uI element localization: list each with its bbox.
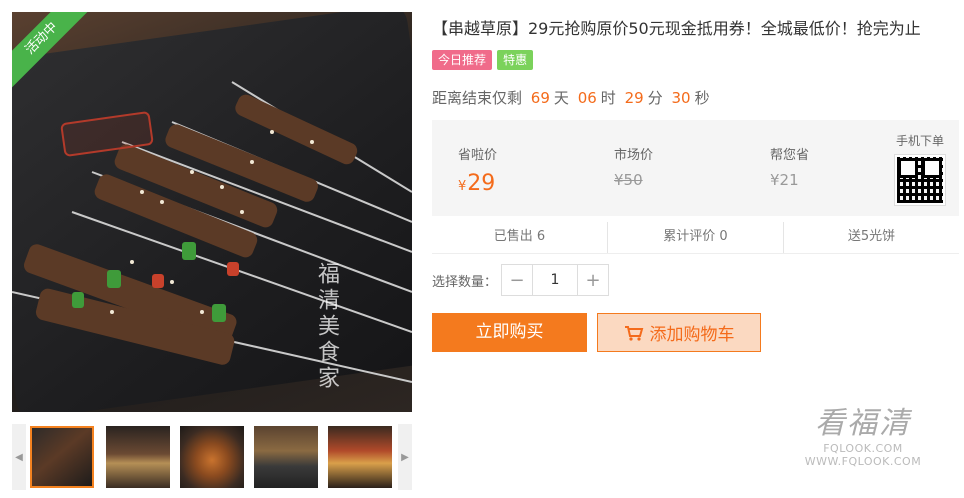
thumbnail-5[interactable] bbox=[328, 426, 392, 488]
qr-code-icon[interactable] bbox=[894, 154, 946, 206]
sales-stats: 已售出 6 累计评价 0 送5光饼 bbox=[432, 222, 959, 254]
countdown-seconds-unit: 秒 bbox=[694, 89, 710, 107]
savings-block: 帮您省 ¥21 bbox=[770, 144, 809, 189]
site-watermark: 看福清 FQLOOK.COM WWW.FQLOOK.COM bbox=[783, 398, 943, 468]
countdown-minutes-unit: 分 bbox=[647, 89, 663, 107]
chevron-right-icon[interactable]: ▶ bbox=[398, 424, 412, 490]
thumbnail-4[interactable] bbox=[254, 426, 318, 488]
thumbnail-3[interactable] bbox=[180, 426, 244, 488]
add-to-cart-button[interactable]: 添加购物车 bbox=[597, 313, 761, 352]
market-price-block: 市场价 ¥50 bbox=[614, 144, 653, 189]
countdown-prefix: 距离结束仅剩 bbox=[432, 89, 523, 107]
quantity-label: 选择数量： bbox=[432, 274, 498, 290]
mobile-order-block: 手机下单 bbox=[892, 132, 948, 206]
skewers-illustration bbox=[12, 81, 412, 383]
add-to-cart-label: 添加购物车 bbox=[649, 325, 735, 345]
quantity-stepper: − 1 + bbox=[501, 264, 610, 296]
thumbnail-strip: ◀ ▶ bbox=[12, 424, 412, 490]
product-title-text: 【串越草原】29元抢购原价50元现金抵用券！全城最低价！抢完为止 bbox=[432, 19, 921, 38]
chevron-left-icon[interactable]: ◀ bbox=[12, 424, 26, 490]
deal-price-value: ¥29 bbox=[458, 171, 496, 196]
badge-special-deal: 特惠 bbox=[497, 49, 534, 70]
photo-watermark: 福清美食家 bbox=[314, 262, 339, 392]
mobile-order-label: 手机下单 bbox=[895, 134, 944, 148]
minus-button[interactable]: − bbox=[502, 265, 532, 295]
buy-now-button[interactable]: 立即购买 bbox=[432, 313, 587, 352]
quantity-row: 选择数量： − 1 + bbox=[432, 264, 610, 296]
sold-count: 已售出 6 bbox=[432, 222, 608, 253]
cart-icon bbox=[624, 325, 643, 341]
gift-info: 送5光饼 bbox=[847, 229, 896, 244]
review-count[interactable]: 累计评价 0 bbox=[608, 222, 784, 253]
deal-price-label: 省啦价 bbox=[458, 148, 498, 163]
product-title: 【串越草原】29元抢购原价50元现金抵用券！全城最低价！抢完为止 今日推荐 特惠 bbox=[432, 14, 952, 74]
savings-value: ¥21 bbox=[770, 171, 799, 189]
badge-today-recommend: 今日推荐 bbox=[432, 49, 493, 70]
countdown-hours: 06 bbox=[577, 89, 597, 107]
countdown-seconds: 30 bbox=[671, 89, 691, 107]
thumbnail-1[interactable] bbox=[30, 426, 94, 488]
market-price-label: 市场价 bbox=[614, 148, 654, 163]
countdown-hours-unit: 时 bbox=[600, 89, 616, 107]
thumbnail-2[interactable] bbox=[106, 426, 170, 488]
countdown-days: 69 bbox=[530, 89, 550, 107]
countdown-days-unit: 天 bbox=[553, 89, 569, 107]
quantity-input[interactable]: 1 bbox=[532, 265, 579, 295]
countdown-minutes: 29 bbox=[624, 89, 644, 107]
site-watermark-domain: FQLOOK.COM WWW.FQLOOK.COM bbox=[804, 442, 922, 468]
savings-label: 帮您省 bbox=[770, 148, 810, 163]
deal-price-block: 省啦价 ¥29 bbox=[458, 144, 497, 196]
main-product-image: 福清美食家 活动中 bbox=[12, 12, 412, 412]
plus-button[interactable]: + bbox=[578, 265, 608, 295]
countdown-timer: 距离结束仅剩 69 天 06 时 29 分 30 秒 bbox=[432, 87, 710, 108]
price-panel: 省啦价 ¥29 市场价 ¥50 帮您省 ¥21 手机下单 bbox=[432, 120, 959, 216]
site-watermark-name: 看福清 bbox=[815, 406, 911, 441]
market-price-value: ¥50 bbox=[614, 171, 643, 189]
